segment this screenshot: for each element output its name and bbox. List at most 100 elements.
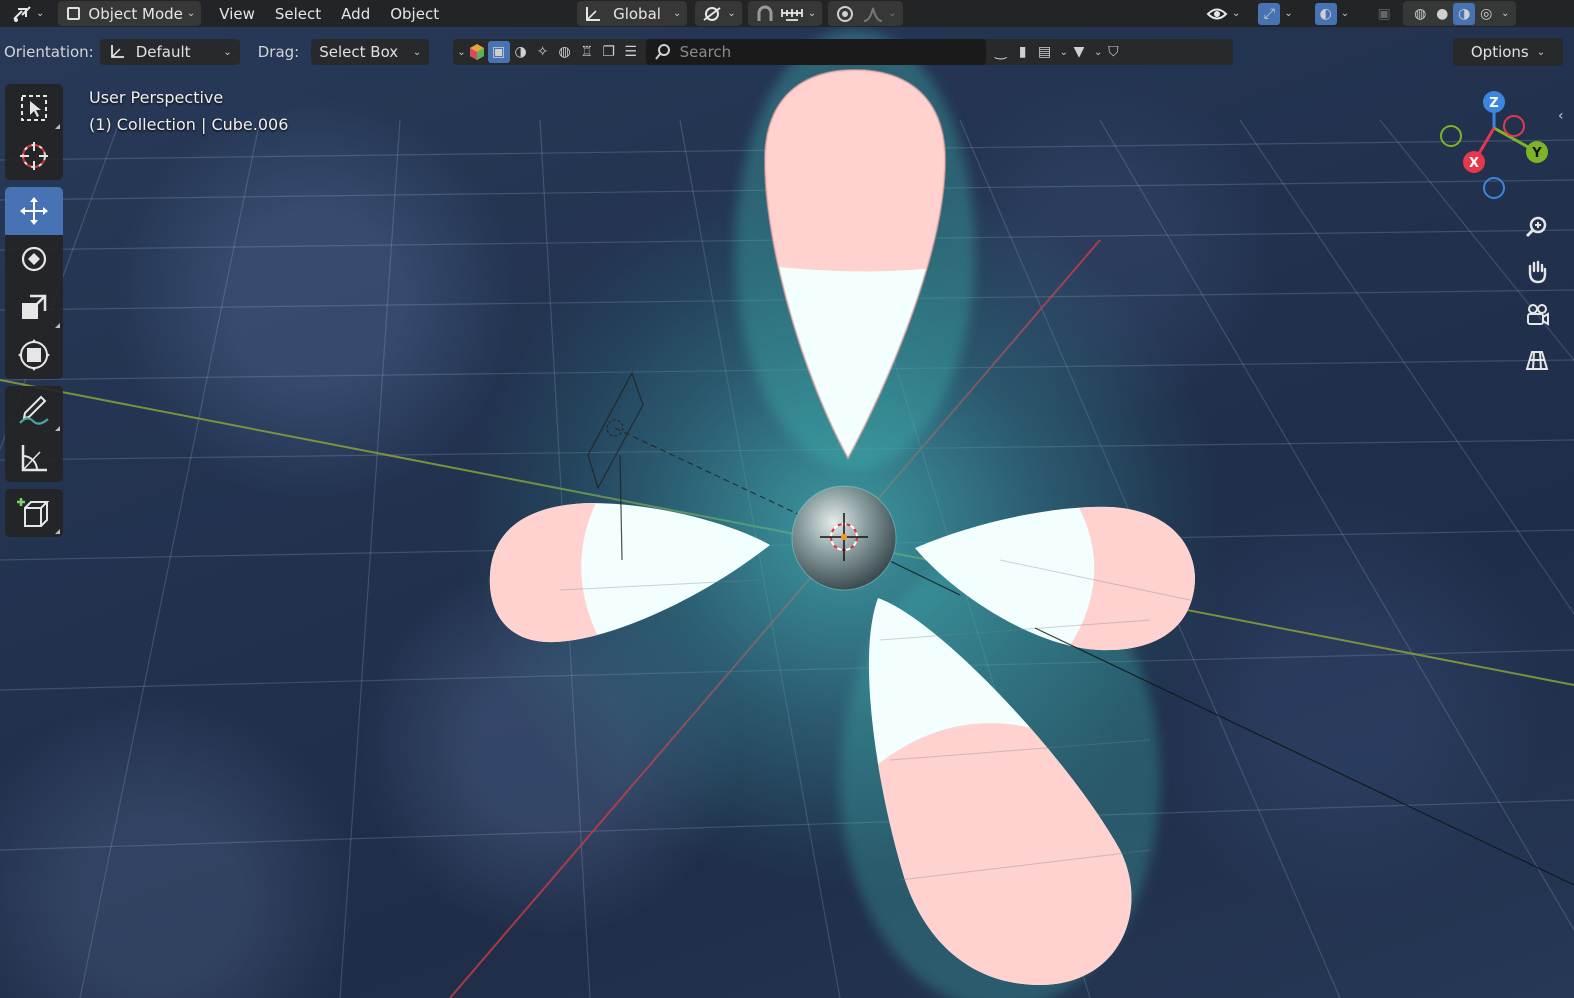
snap-group[interactable]: ⌄ — [747, 1, 823, 26]
chevron-down-icon: ⌄ — [412, 46, 422, 58]
falloff-curve-icon — [863, 7, 883, 22]
tool-panel — [5, 84, 63, 544]
mode-dropdown[interactable]: Object Mode ⌄ — [58, 1, 202, 26]
menu-view[interactable]: View — [209, 5, 265, 23]
measure-tool[interactable] — [5, 434, 63, 482]
cursor-tool[interactable] — [5, 132, 63, 180]
viewport-filter-bar: ⌄ ▣ ◑ ✧ ◍ ♖ ❐ ☰ Search ‿ ▮ ▤ ⌄ ▼ ⌄ ⛉ — [453, 39, 1234, 65]
orientation-axes-icon — [110, 45, 124, 58]
scene-render — [0, 30, 1574, 998]
shield-icon[interactable]: ⛉ — [1102, 41, 1124, 63]
chevron-down-icon: ⌄ — [223, 46, 232, 58]
orientation-axes-icon — [586, 6, 601, 21]
world-icon[interactable]: ◍ — [554, 41, 576, 63]
header-menus: View Select Add Object — [209, 5, 449, 23]
gizmo-toggle-button[interactable]: ⤢ ⌄ — [1252, 1, 1298, 26]
select-box-tool[interactable] — [5, 84, 63, 132]
gizmo-z-label: Z — [1489, 96, 1498, 111]
chevron-down-icon: ⌄ — [36, 8, 45, 19]
orientation-dropdown[interactable]: Default ⌄ — [99, 39, 240, 65]
material-preview-shading-icon[interactable]: ◑ — [1453, 2, 1476, 25]
copy-icon[interactable]: ❐ — [598, 41, 620, 63]
annotate-icon — [19, 395, 49, 425]
transform-icon — [18, 339, 50, 371]
zoom-icon — [1525, 216, 1547, 238]
curve-icon[interactable]: ‿ — [990, 41, 1012, 63]
tool-settings-bar: Orientation: Default ⌄ Drag: Select Box … — [0, 38, 1574, 66]
perspective-grid-icon — [1525, 351, 1549, 370]
scale-icon — [22, 294, 47, 319]
menu-add[interactable]: Add — [331, 5, 380, 23]
wireframe-shading-icon[interactable]: ◍ — [1409, 3, 1431, 25]
proportional-editing-icon — [837, 5, 854, 22]
shading-mode-group[interactable]: ◍ ● ◑ ◎ ⌄ — [1403, 1, 1516, 26]
camera-icon — [1527, 304, 1549, 326]
annotate-tool[interactable] — [5, 386, 63, 434]
add-cube-tool[interactable] — [5, 489, 63, 537]
light-icon[interactable]: ✧ — [532, 41, 554, 63]
chevron-down-icon[interactable]: ⌄ — [1060, 47, 1068, 58]
search-placeholder: Search — [679, 43, 732, 61]
mode-label: Object Mode — [88, 4, 183, 23]
solid-mode-icon[interactable]: ◑ — [510, 41, 532, 63]
layout-icon[interactable]: ▤ — [1034, 41, 1056, 63]
3d-viewport[interactable]: User Perspective (1) Collection | Cube.0… — [0, 0, 1574, 998]
snap-magnet-icon — [757, 5, 773, 21]
gizmo-y-label: Y — [1531, 146, 1542, 161]
object-mode-icon — [64, 5, 82, 23]
drag-label: Drag: — [257, 43, 300, 61]
move-icon — [20, 197, 48, 225]
gizmo-icon: ⤢ — [1258, 2, 1281, 25]
chevron-down-icon: ⌄ — [1501, 8, 1510, 19]
menu-select[interactable]: Select — [265, 5, 331, 23]
visibility-button[interactable]: ⌄ — [1200, 1, 1246, 26]
chevron-down-icon: ⌄ — [888, 8, 897, 19]
hand-icon — [1528, 260, 1547, 284]
pivot-point-dropdown[interactable]: ⌄ — [695, 1, 742, 26]
select-mode-icon[interactable]: ▣ — [487, 41, 510, 63]
editor-type-icon — [13, 5, 31, 22]
menu-object[interactable]: Object — [380, 5, 449, 23]
viewport-info: User Perspective (1) Collection | Cube.0… — [89, 84, 288, 138]
rendered-shading-icon[interactable]: ◎ — [1475, 3, 1497, 25]
bookmark-icon[interactable]: ▮ — [1012, 41, 1034, 63]
solid-shading-icon[interactable]: ● — [1431, 3, 1453, 25]
rotate-tool[interactable] — [5, 235, 63, 283]
pivot-icon — [703, 6, 721, 21]
add-cube-icon — [17, 498, 50, 527]
filter-icon[interactable]: ▼ — [1068, 41, 1090, 63]
transform-orientation-dropdown[interactable]: Global ⌄ — [577, 1, 688, 26]
header-right-tools: ⌄ ⤢ ⌄ ◐ ⌄ ▣ ◍ ● ◑ ◎ ⌄ — [1200, 0, 1516, 27]
view-name: User Perspective — [89, 88, 224, 107]
pan-button[interactable] — [1518, 252, 1556, 290]
overlays-button[interactable]: ◐ ⌄ — [1309, 1, 1355, 26]
editor-type-button[interactable]: ⌄ — [6, 1, 50, 26]
camera-view-button[interactable] — [1518, 296, 1556, 334]
orientation-value: Default — [135, 43, 191, 61]
proportional-editing-group[interactable]: ⌄ — [828, 1, 903, 26]
chevron-down-icon: ⌄ — [1536, 46, 1546, 58]
drag-value: Select Box — [319, 43, 399, 61]
zoom-button[interactable] — [1518, 208, 1556, 246]
object-type-color-icon[interactable] — [466, 41, 488, 63]
scale-tool[interactable] — [5, 283, 63, 331]
chevron-down-icon[interactable]: ⌄ — [457, 47, 465, 58]
stack-icon[interactable]: ☰ — [620, 41, 642, 63]
drag-dropdown[interactable]: Select Box ⌄ — [311, 39, 430, 65]
options-button[interactable]: Options ⌄ — [1453, 38, 1563, 66]
xray-icon: ▣ — [1377, 5, 1391, 22]
collapse-sidebar-icon[interactable]: ‹ — [1558, 108, 1564, 124]
move-tool[interactable] — [5, 187, 63, 235]
orientation-label: Global — [613, 4, 661, 23]
cursor-icon — [20, 142, 48, 170]
collection-info: (1) Collection | Cube.006 — [89, 115, 289, 134]
measure-icon — [21, 445, 47, 472]
xray-button[interactable]: ▣ — [1367, 1, 1401, 26]
transform-tool[interactable] — [5, 331, 63, 379]
brush-icon[interactable]: ♖ — [576, 41, 598, 63]
chevron-down-icon[interactable]: ⌄ — [1094, 47, 1102, 58]
chevron-down-icon: ⌄ — [1340, 8, 1350, 19]
navigation-gizmo[interactable]: Z Y X — [1430, 86, 1560, 206]
toggle-perspective-button[interactable] — [1518, 341, 1556, 379]
search-input[interactable]: Search — [645, 39, 986, 65]
